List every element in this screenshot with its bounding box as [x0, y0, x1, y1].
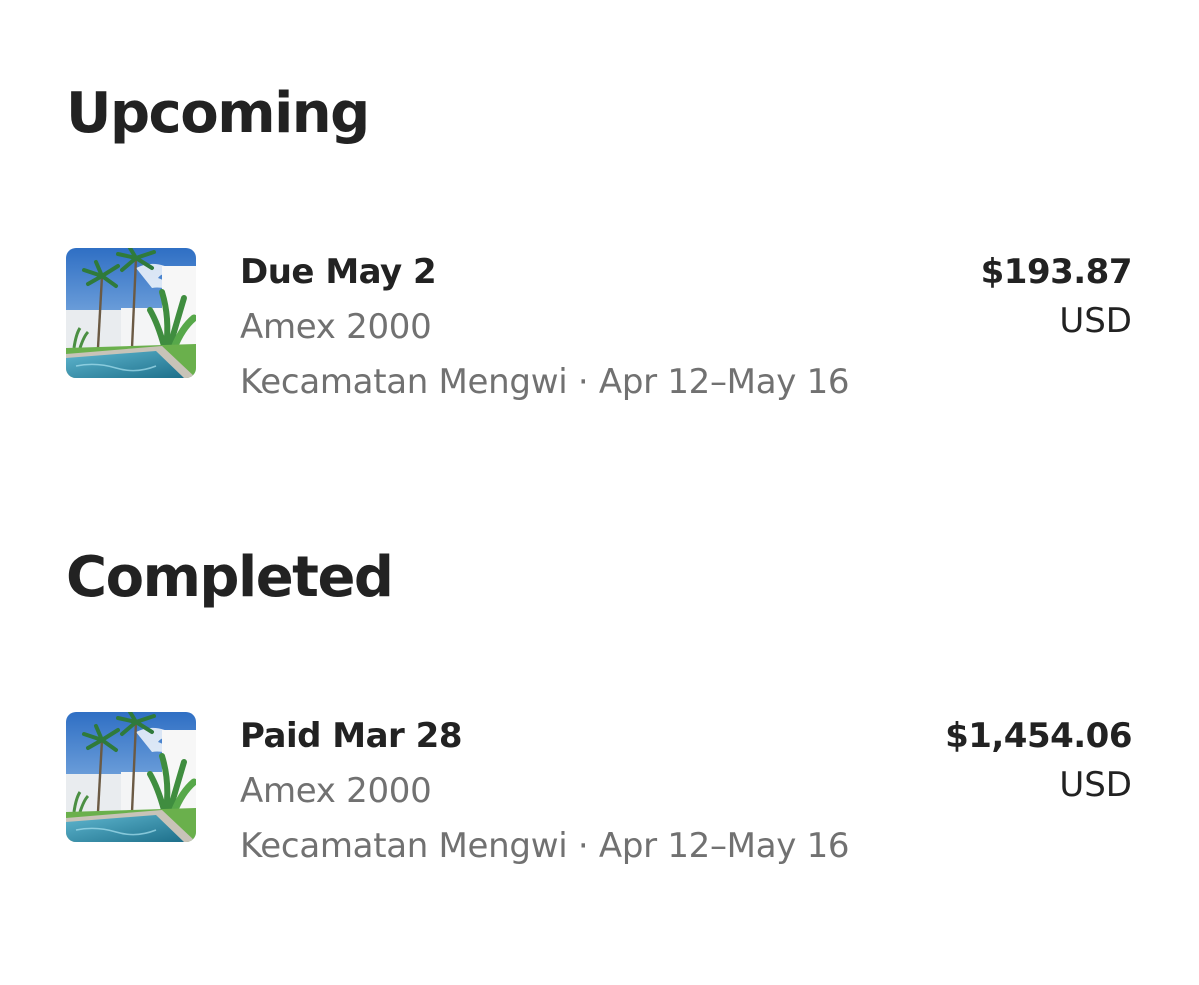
payment-status: Paid Mar 28 [240, 716, 462, 756]
listing-thumbnail [66, 712, 196, 842]
payment-card: Amex 2000 [240, 771, 432, 811]
payment-amount: $1,454.06 [945, 716, 1132, 756]
listing-and-dates: Kecamatan Mengwi · Apr 12–May 16 [240, 826, 850, 866]
payment-currency: USD [1059, 301, 1132, 341]
listing-thumbnail [66, 248, 196, 378]
payment-card: Amex 2000 [240, 307, 432, 347]
listing-and-dates: Kecamatan Mengwi · Apr 12–May 16 [240, 362, 850, 402]
payment-currency: USD [1059, 765, 1132, 805]
payment-row-completed[interactable]: Paid Mar 28 Amex 2000 Kecamatan Mengwi ·… [66, 712, 1132, 872]
section-title-completed: Completed [66, 545, 394, 610]
payment-amount: $193.87 [980, 252, 1133, 292]
payment-status: Due May 2 [240, 252, 437, 292]
section-title-upcoming: Upcoming [66, 81, 370, 146]
payment-row-upcoming[interactable]: Due May 2 Amex 2000 Kecamatan Mengwi · A… [66, 248, 1133, 408]
